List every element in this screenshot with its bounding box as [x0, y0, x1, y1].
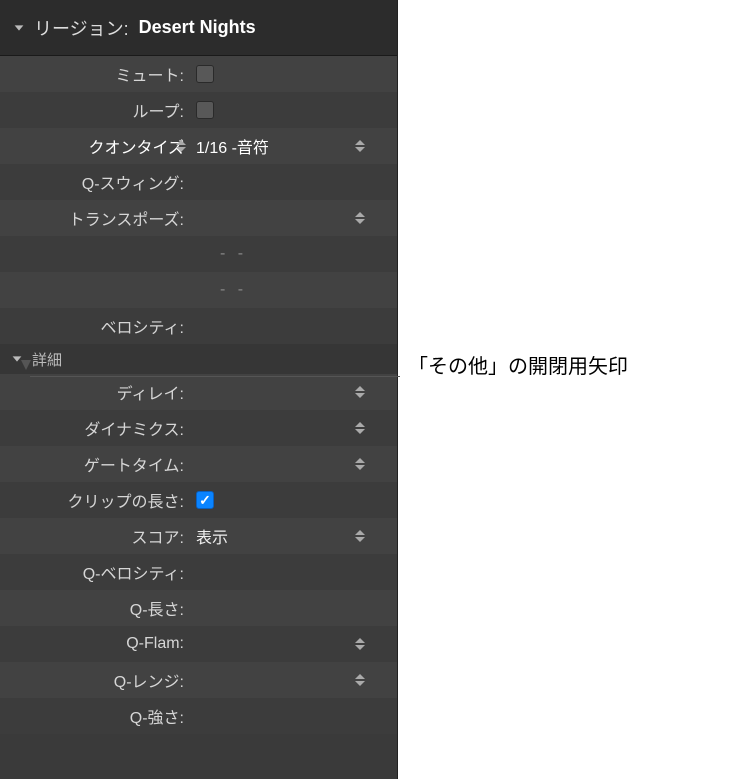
row-score[interactable]: スコア: 表示 — [0, 518, 397, 554]
detail-disclosure-icon[interactable] — [8, 350, 26, 368]
region-disclosure-icon[interactable] — [10, 19, 28, 37]
loop-checkbox[interactable] — [196, 101, 214, 119]
cliplength-label: クリップの長さ: — [0, 488, 190, 512]
quantize-label: クオンタイズ — [0, 134, 190, 158]
quantize-stepper-icon[interactable] — [353, 137, 367, 155]
detail-section-header[interactable]: 詳細 — [0, 344, 397, 374]
row-loop: ループ: — [0, 92, 397, 128]
region-label: リージョン: — [34, 15, 129, 41]
qswing-label: Q-スウィング: — [0, 170, 190, 194]
detail-section-label: 詳細 — [32, 349, 62, 370]
loop-label: ループ: — [0, 98, 190, 122]
finetune-value: - - — [196, 245, 247, 263]
dynamics-label: ダイナミクス: — [0, 416, 190, 440]
finetune2-value: - - — [196, 281, 247, 299]
row-qstrength[interactable]: Q-強さ: — [0, 698, 397, 734]
row-gatetime[interactable]: ゲートタイム: — [0, 446, 397, 482]
qflam-label: Q-Flam: — [0, 635, 190, 653]
row-qlength[interactable]: Q-長さ: — [0, 590, 397, 626]
qstrength-label: Q-強さ: — [0, 704, 190, 728]
row-qswing[interactable]: Q-スウィング: — [0, 164, 397, 200]
callout-text: 「その他」の開閉用矢印 — [408, 350, 628, 379]
row-velocity[interactable]: ベロシティ: — [0, 308, 397, 344]
quantize-label-stepper-icon[interactable] — [174, 137, 188, 155]
velocity-label: ベロシティ: — [0, 314, 190, 338]
dynamics-stepper-icon[interactable] — [353, 419, 367, 437]
row-mute: ミュート: — [0, 56, 397, 92]
quantize-value[interactable]: 1/16 -音符 — [196, 134, 269, 158]
row-cliplength: クリップの長さ: — [0, 482, 397, 518]
row-qvelocity[interactable]: Q-ベロシティ: — [0, 554, 397, 590]
row-dynamics[interactable]: ダイナミクス: — [0, 410, 397, 446]
qrange-stepper-icon[interactable] — [353, 671, 367, 689]
mute-label: ミュート: — [0, 62, 190, 86]
transpose-stepper-icon[interactable] — [353, 209, 367, 227]
qrange-label: Q-レンジ: — [0, 668, 190, 692]
delay-stepper-icon[interactable] — [353, 383, 367, 401]
row-quantize[interactable]: クオンタイズ 1/16 -音符 — [0, 128, 397, 164]
row-finetune2[interactable]: - - — [0, 272, 397, 308]
row-transpose[interactable]: トランスポーズ: — [0, 200, 397, 236]
score-stepper-icon[interactable] — [353, 527, 367, 545]
cliplength-checkbox[interactable] — [196, 491, 214, 509]
row-finetune[interactable]: - - — [0, 236, 397, 272]
region-parameters: ミュート: ループ: クオンタイズ 1/16 -音符 Q-スウィング: トランス… — [0, 56, 397, 734]
qlength-label: Q-長さ: — [0, 596, 190, 620]
row-delay[interactable]: ディレイ: — [0, 374, 397, 410]
delay-label: ディレイ: — [0, 380, 190, 404]
score-label: スコア: — [0, 524, 190, 548]
gatetime-label: ゲートタイム: — [0, 452, 190, 476]
gatetime-stepper-icon[interactable] — [353, 455, 367, 473]
transpose-label: トランスポーズ: — [0, 206, 190, 230]
row-qrange[interactable]: Q-レンジ: — [0, 662, 397, 698]
score-value[interactable]: 表示 — [196, 524, 228, 548]
inspector-panel: リージョン: Desert Nights ミュート: ループ: クオンタイズ 1… — [0, 0, 398, 779]
row-qflam[interactable]: Q-Flam: — [0, 626, 397, 662]
mute-checkbox[interactable] — [196, 65, 214, 83]
qflam-stepper-icon[interactable] — [353, 635, 367, 653]
region-name[interactable]: Desert Nights — [139, 17, 256, 38]
region-header: リージョン: Desert Nights — [0, 0, 397, 56]
qvelocity-label: Q-ベロシティ: — [0, 560, 190, 584]
